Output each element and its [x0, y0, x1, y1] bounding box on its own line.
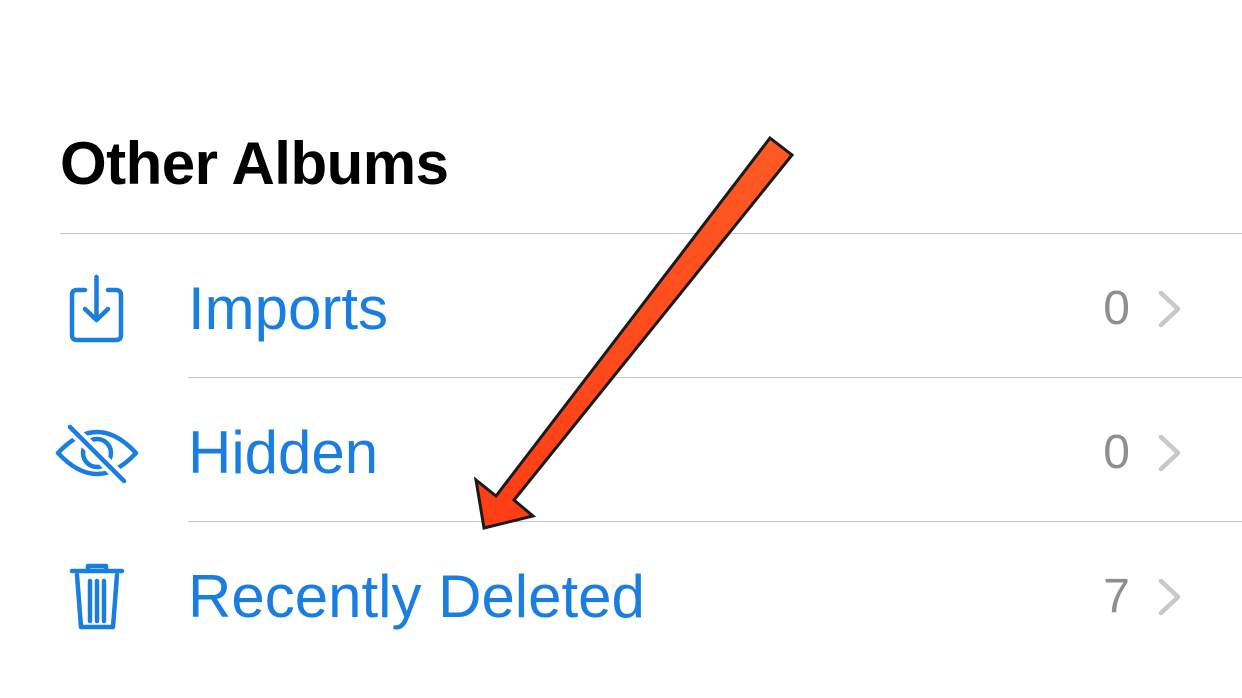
album-label: Imports	[188, 275, 389, 342]
trash-icon	[52, 561, 142, 633]
album-row-imports[interactable]: Imports 0	[0, 237, 1242, 381]
album-label: Hidden	[188, 419, 379, 486]
section-title: Other Albums	[60, 130, 449, 197]
divider	[188, 377, 1242, 378]
chevron-right-icon	[1156, 289, 1184, 329]
album-count: 0	[1103, 282, 1130, 335]
eye-slash-icon	[52, 417, 142, 489]
chevron-right-icon	[1156, 577, 1184, 617]
album-row-recently-deleted[interactable]: Recently Deleted 7	[0, 525, 1242, 669]
chevron-right-icon	[1156, 433, 1184, 473]
import-icon	[52, 273, 142, 345]
album-label: Recently Deleted	[188, 563, 645, 630]
album-row-hidden[interactable]: Hidden 0	[0, 381, 1242, 525]
divider	[60, 233, 1242, 234]
album-count: 0	[1103, 426, 1130, 479]
divider	[188, 521, 1242, 522]
album-count: 7	[1103, 570, 1130, 623]
